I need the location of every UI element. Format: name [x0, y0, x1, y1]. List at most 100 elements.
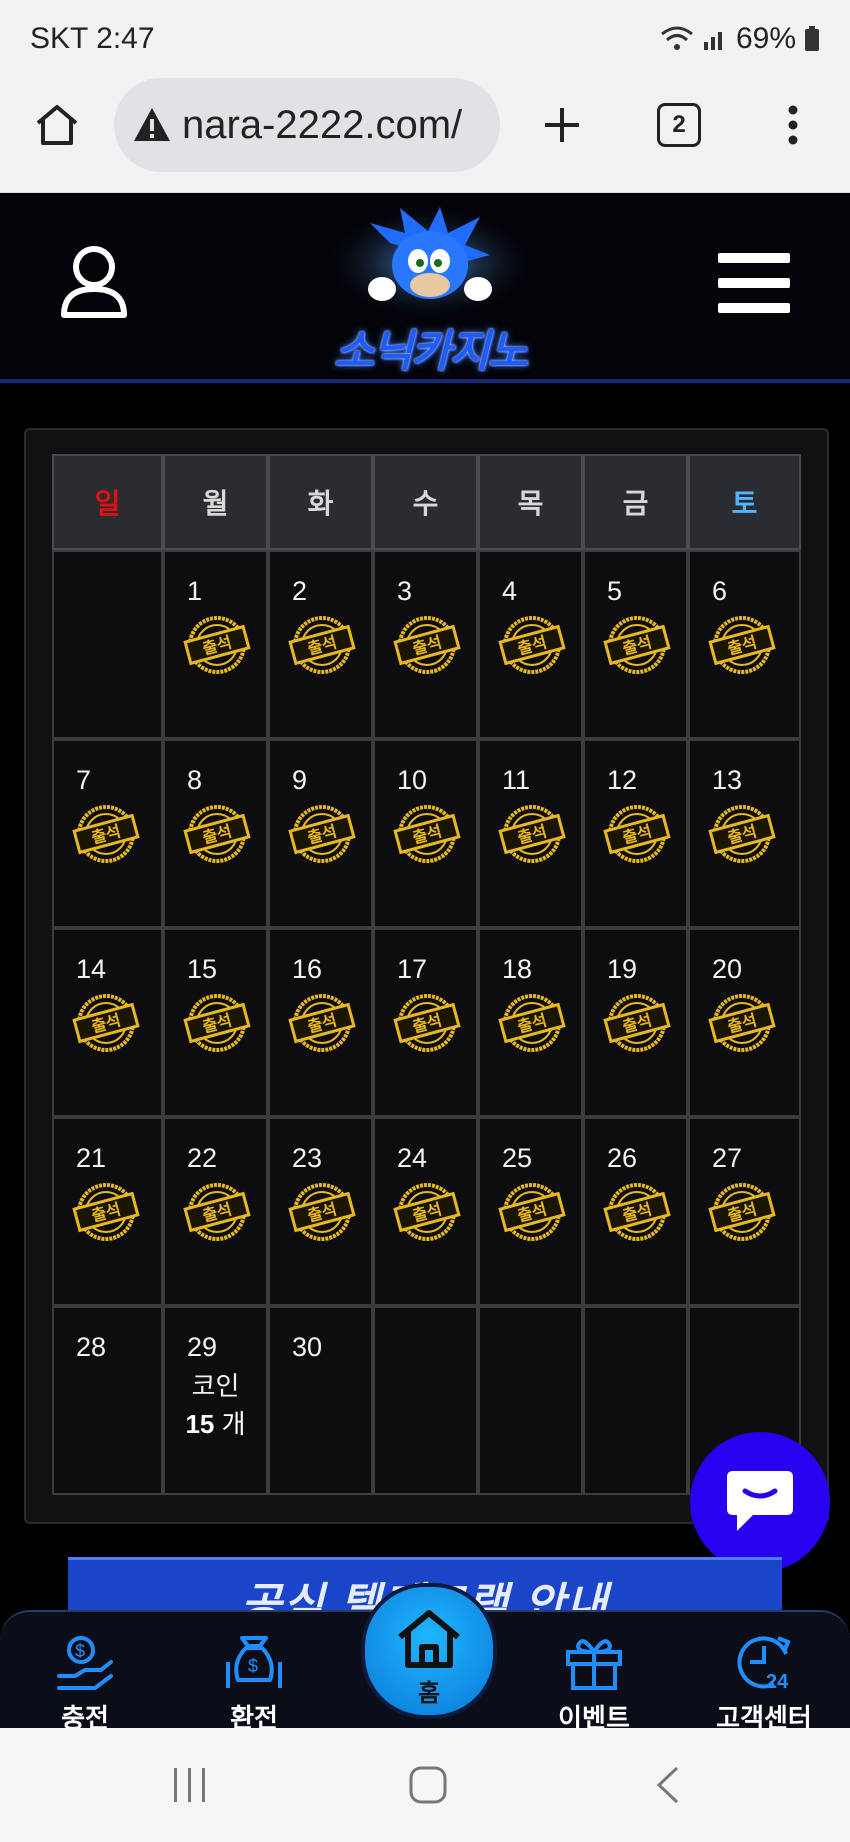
login-button[interactable] — [56, 243, 136, 323]
attendance-stamp-icon: 출석 — [183, 1183, 251, 1241]
day-number: 24 — [397, 1143, 428, 1173]
android-home-button[interactable] — [403, 1760, 453, 1810]
calendar-day: 28 — [52, 1306, 163, 1495]
attendance-stamp-icon: 출석 — [288, 994, 356, 1052]
day-number: 25 — [502, 1143, 533, 1173]
day-number: 12 — [607, 765, 638, 795]
nav-home[interactable]: 홈 — [361, 1583, 497, 1719]
new-tab-button[interactable] — [537, 100, 587, 150]
weekday-thu: 목 — [478, 454, 583, 550]
calendar-day: 6 출석 — [688, 550, 801, 739]
more-icon — [788, 105, 798, 145]
logo-text: 소닉카지노 — [333, 327, 528, 376]
coin-reward: 15 개 — [165, 1404, 266, 1441]
warning-icon — [134, 108, 170, 141]
weekday-tue: 화 — [268, 454, 373, 550]
calendar-day: 3 출석 — [373, 550, 478, 739]
address-bar[interactable]: nara-2222.com/ — [114, 78, 500, 172]
calendar-day: 5 출석 — [583, 550, 688, 739]
attendance-stamp-icon: 출석 — [708, 994, 776, 1052]
svg-text:$: $ — [248, 1656, 258, 1676]
attendance-stamp-icon: 출석 — [288, 616, 356, 674]
day-number: 28 — [76, 1332, 107, 1362]
attendance-stamp-icon: 출석 — [498, 1183, 566, 1241]
attendance-stamp-icon: 출석 — [708, 805, 776, 863]
day-number: 17 — [397, 954, 428, 984]
svg-text:$: $ — [75, 1641, 85, 1661]
day-number: 22 — [187, 1143, 218, 1173]
day-number: 27 — [712, 1143, 743, 1173]
support-24-icon: 24 — [737, 1636, 791, 1692]
calendar-day: 11 출석 — [478, 739, 583, 928]
calendar-day: 15 출석 — [163, 928, 268, 1117]
deposit-icon: $ — [57, 1636, 113, 1690]
mascot-image — [320, 203, 540, 323]
withdraw-icon: $ — [226, 1636, 282, 1688]
day-number: 11 — [502, 765, 531, 795]
nav-support[interactable]: 24 고객센터 — [704, 1622, 824, 1733]
signal-icon — [703, 32, 722, 50]
weekday-wed: 수 — [373, 454, 478, 550]
coin-amount: 15 — [185, 1409, 215, 1439]
attendance-stamp-icon: 출석 — [183, 994, 251, 1052]
calendar-day: 13 출석 — [688, 739, 801, 928]
attendance-stamp-icon: 출석 — [708, 1183, 776, 1241]
calendar-day: 16 출석 — [268, 928, 373, 1117]
recent-apps-button[interactable] — [165, 1760, 215, 1810]
attendance-stamp-icon: 출석 — [603, 1183, 671, 1241]
calendar-day: 27 출석 — [688, 1117, 801, 1306]
calendar-day: 19 출석 — [583, 928, 688, 1117]
home-icon — [398, 1610, 460, 1668]
day-number: 9 — [292, 765, 308, 795]
attendance-stamp-icon: 출석 — [183, 616, 251, 674]
nav-home-label: 홈 — [417, 1680, 441, 1707]
day-number: 8 — [187, 765, 203, 795]
nav-deposit[interactable]: $ 충전 — [25, 1622, 145, 1733]
calendar-day: 14 출석 — [52, 928, 163, 1117]
attendance-stamp-icon: 출석 — [603, 805, 671, 863]
url-text: nara-2222.com/ — [182, 102, 463, 147]
day-number: 29 — [187, 1332, 218, 1362]
plus-icon — [545, 108, 579, 142]
site-logo[interactable]: 소닉카지노 — [310, 203, 550, 376]
back-icon — [656, 1766, 679, 1804]
attendance-stamp-icon: 출석 — [288, 805, 356, 863]
day-number: 19 — [607, 954, 638, 984]
attendance-stamp-icon: 출석 — [393, 1183, 461, 1241]
calendar-day: 9 출석 — [268, 739, 373, 928]
attendance-stamp-icon: 출석 — [603, 616, 671, 674]
attendance-stamp-icon: 출석 — [708, 616, 776, 674]
menu-button[interactable] — [716, 251, 792, 315]
weekday-mon: 월 — [163, 454, 268, 550]
attendance-stamp-icon: 출석 — [183, 805, 251, 863]
day-number: 14 — [76, 954, 107, 984]
back-button[interactable] — [643, 1760, 693, 1810]
day-number: 5 — [607, 576, 623, 606]
nav-event[interactable]: 이벤트 — [534, 1622, 654, 1733]
attendance-stamp-icon: 출석 — [72, 994, 140, 1052]
calendar-day: 26 출석 — [583, 1117, 688, 1306]
android-nav-bar — [0, 1728, 850, 1842]
tabs-button[interactable]: 2 — [654, 100, 704, 150]
browser-menu-button[interactable] — [768, 100, 818, 150]
day-number: 10 — [397, 765, 428, 795]
weekday-sat: 토 — [688, 454, 801, 550]
day-number: 15 — [187, 954, 218, 984]
day-number: 23 — [292, 1143, 323, 1173]
user-icon — [61, 246, 127, 318]
recents-icon — [174, 1768, 205, 1802]
day-number: 26 — [607, 1143, 638, 1173]
attendance-stamp-icon: 출석 — [393, 994, 461, 1052]
attendance-stamp-icon: 출석 — [288, 1183, 356, 1241]
live-chat-button[interactable] — [690, 1432, 830, 1572]
day-number: 3 — [397, 576, 413, 606]
nav-withdraw[interactable]: $ 환전 — [194, 1622, 314, 1733]
day-number: 6 — [712, 576, 728, 606]
browser-home-button[interactable] — [32, 100, 82, 150]
attendance-stamp-icon: 출석 — [393, 805, 461, 863]
attendance-stamp-icon: 출석 — [603, 994, 671, 1052]
browser-toolbar: nara-2222.com/ 2 — [0, 78, 850, 193]
calendar-empty-cell — [583, 1306, 688, 1495]
calendar-grid: 일 월 화 수 목 금 토 1 출석 2 출석 3 출석 4 출석 5 출석 6 출석 7 출석 8 출석 9 출… — [52, 454, 801, 1495]
calendar-empty-cell — [478, 1306, 583, 1495]
